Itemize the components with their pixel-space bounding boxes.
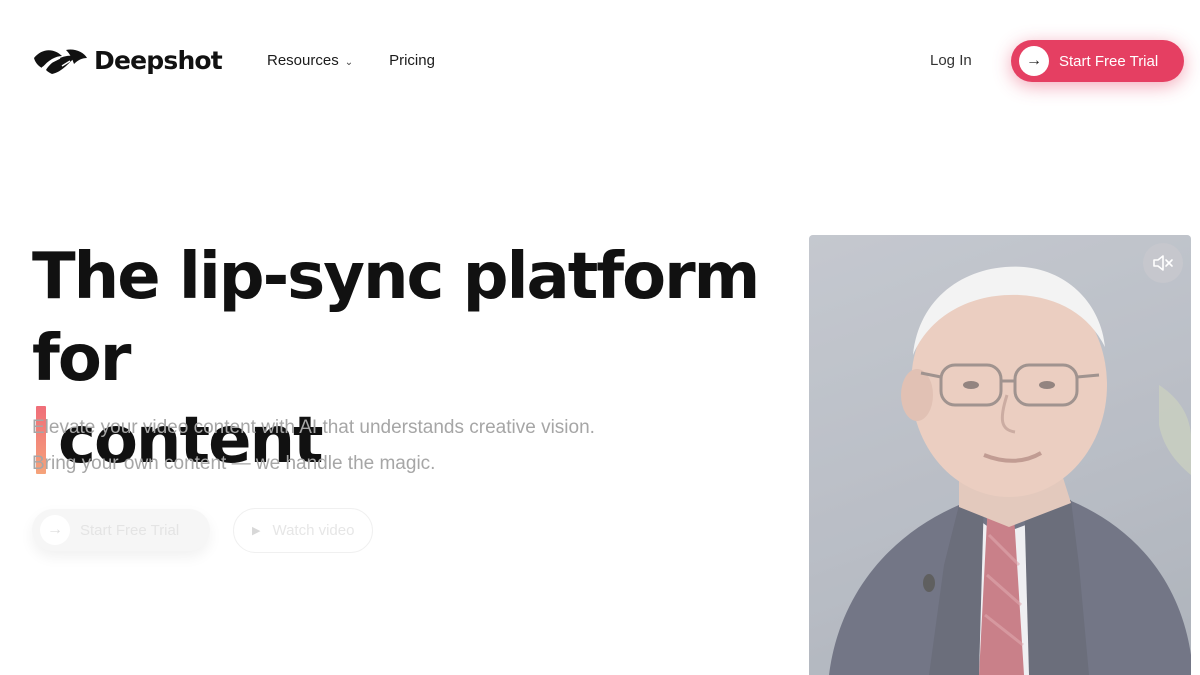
mute-toggle-button[interactable] xyxy=(1143,243,1183,283)
main-nav: Resources ⌄ Pricing xyxy=(267,52,435,69)
hero-subtitle: Elevate your video content with AI that … xyxy=(32,410,732,482)
nav-item-pricing[interactable]: Pricing xyxy=(389,52,435,69)
hero-title-line1: The lip-sync platform for xyxy=(32,240,760,396)
chevron-down-icon: ⌄ xyxy=(344,56,354,68)
play-icon: ▶ xyxy=(252,525,261,537)
watch-video-label: Watch video xyxy=(272,522,355,539)
site-header: Deepshot Resources ⌄ Pricing Log In → St… xyxy=(0,0,1200,122)
watch-video-button[interactable]: ▶ Watch video xyxy=(233,508,373,553)
nav-item-label: Pricing xyxy=(389,52,435,69)
login-link[interactable]: Log In xyxy=(930,52,972,69)
brand-name: Deepshot xyxy=(94,45,223,75)
hero-subtitle-line2: Bring your own content — we handle the m… xyxy=(32,453,436,474)
arrow-right-icon: → xyxy=(1019,46,1049,76)
hero-video[interactable] xyxy=(809,235,1191,675)
logo-mark-icon xyxy=(34,49,87,74)
nav-item-label: Resources xyxy=(267,52,339,69)
hero-start-trial-button[interactable]: → Start Free Trial xyxy=(32,509,210,551)
start-free-trial-label: Start Free Trial xyxy=(1059,52,1159,70)
start-free-trial-button[interactable]: → Start Free Trial xyxy=(1011,40,1184,82)
hero-start-trial-label: Start Free Trial xyxy=(80,521,180,539)
nav-item-resources[interactable]: Resources ⌄ xyxy=(267,52,353,69)
speaker-muted-icon xyxy=(1153,255,1173,271)
hero-subtitle-line1: Elevate your video content with AI that … xyxy=(32,417,595,438)
arrow-right-icon: → xyxy=(40,515,70,545)
brand-logo[interactable]: Deepshot xyxy=(32,44,223,76)
video-overlay xyxy=(809,235,1191,675)
